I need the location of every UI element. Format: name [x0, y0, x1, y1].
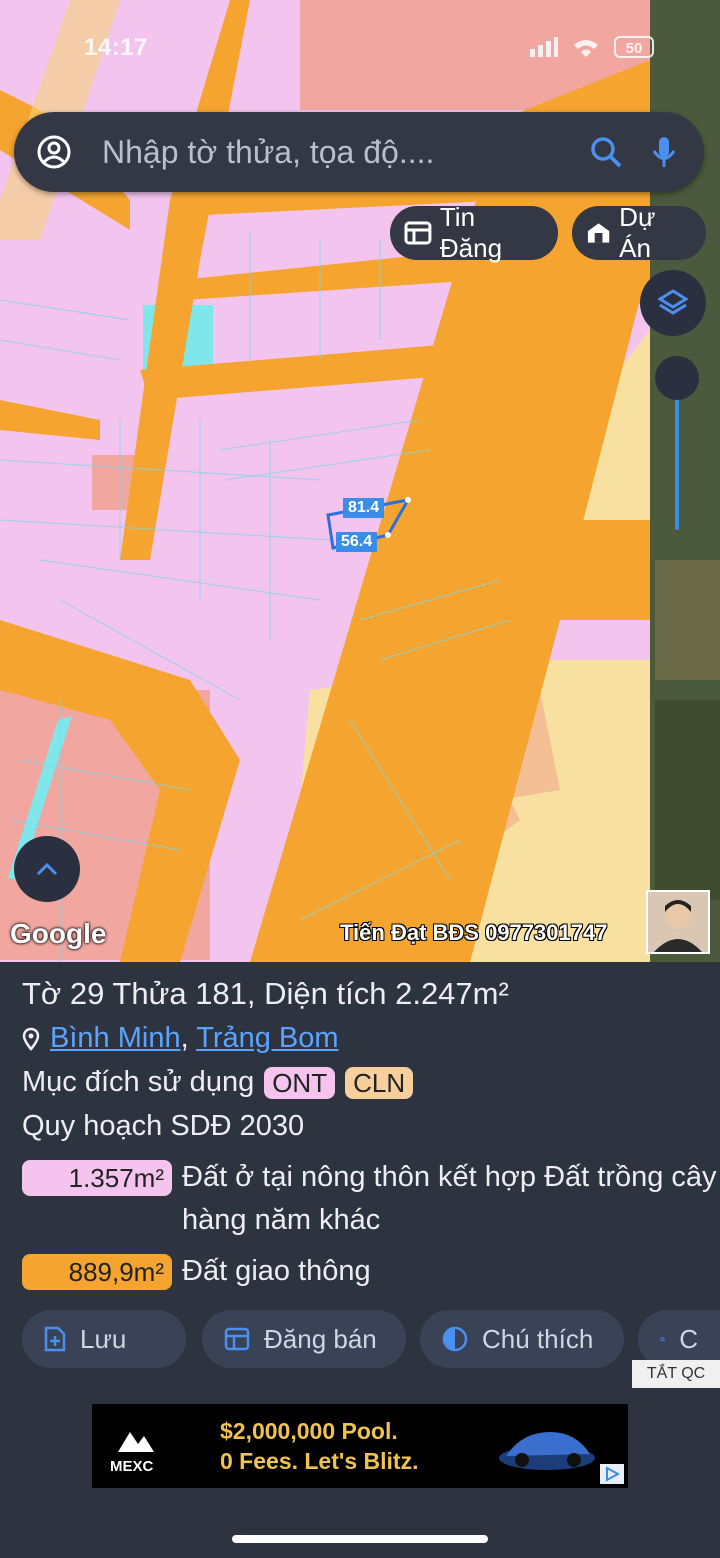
- parcel-title: Tờ 29 Thửa 181, Diện tích 2.247m²: [22, 976, 509, 1011]
- camera-label: C: [679, 1323, 698, 1354]
- ad-line-1: $2,000,000 Pool.: [220, 1418, 398, 1444]
- battery-indicator: 50: [614, 36, 654, 58]
- plan-item-area: 1.357m²: [22, 1160, 172, 1196]
- layers-button[interactable]: [640, 270, 706, 336]
- legend-label: Chú thích: [482, 1323, 594, 1354]
- avatar: [646, 890, 710, 954]
- district-link[interactable]: Trảng Bom: [196, 1022, 338, 1054]
- contrast-icon: [442, 1326, 468, 1352]
- plan-label: Quy hoạch SDĐ 2030: [22, 1110, 305, 1142]
- signal-icon: [530, 37, 558, 57]
- ad-car-graphic-icon: [499, 1432, 595, 1470]
- plan-item-area: 889,9m²: [22, 1254, 172, 1290]
- commune-link[interactable]: Bình Minh: [50, 1022, 181, 1054]
- add-file-icon: [44, 1326, 66, 1352]
- account-icon[interactable]: [36, 134, 72, 170]
- purpose-label: Mục đích sử dụng: [22, 1066, 255, 1098]
- save-label: Lưu: [80, 1323, 127, 1354]
- status-icons: 50: [530, 36, 654, 58]
- listing-icon: [404, 221, 432, 245]
- search-input[interactable]: Nhập tờ thửa, tọa độ....: [102, 134, 588, 171]
- microphone-icon[interactable]: [646, 134, 682, 170]
- plan-item: 889,9m² Đất giao thông: [22, 1254, 720, 1293]
- ad-headline: $2,000,000 Pool. 0 Fees. Let's Blitz.: [220, 1416, 418, 1476]
- projects-button[interactable]: Dự Án: [572, 202, 706, 263]
- edge-length-label: 81.4: [343, 498, 385, 518]
- watermark-text: Tiến Đạt BĐS 0977301747: [340, 920, 608, 945]
- home-indicator[interactable]: [232, 1535, 488, 1543]
- ad-banner[interactable]: MEXC $2,000,000 Pool. 0 Fees. Let's Blitz…: [92, 1404, 628, 1488]
- search-icon[interactable]: [588, 134, 624, 170]
- opacity-slider-track[interactable]: [675, 380, 679, 530]
- legend-button[interactable]: Chú thích: [420, 1310, 624, 1368]
- google-attribution: Google: [10, 918, 107, 949]
- mexc-logo-icon: [118, 1432, 154, 1452]
- edge-length-label: 56.4: [336, 532, 378, 552]
- parcel-location: Bình Minh, Trảng Bom: [22, 1022, 339, 1055]
- location-pin-icon: [22, 1027, 40, 1051]
- listing-icon: [224, 1327, 250, 1351]
- status-time: 14:17: [84, 34, 148, 61]
- map-view[interactable]: 81.4 56.4 14:17 50 Nhập tờ thửa, tọa độ.…: [0, 0, 720, 962]
- camera-icon: [660, 1337, 666, 1342]
- ad-brand: MEXC: [110, 1458, 154, 1475]
- wifi-icon: [574, 40, 598, 57]
- close-ads-button[interactable]: TẮT QC: [632, 1360, 720, 1388]
- opacity-slider-knob[interactable]: [655, 356, 699, 400]
- layers-icon: [658, 289, 688, 315]
- ad-line-2: 0 Fees. Let's Blitz.: [220, 1448, 419, 1474]
- sell-button[interactable]: Đăng bán: [202, 1310, 406, 1368]
- listings-label: Tin Đăng: [439, 202, 503, 263]
- plan-item-description: Đất giao thông: [182, 1255, 371, 1287]
- expand-panel-button[interactable]: [14, 836, 80, 902]
- sell-label: Đăng bán: [264, 1323, 377, 1354]
- save-button[interactable]: Lưu: [22, 1310, 186, 1368]
- purpose-tag-cln: CLN: [345, 1066, 414, 1099]
- chevron-up-icon: [36, 862, 58, 876]
- purpose-tag-ont: ONT: [264, 1066, 336, 1099]
- listings-button[interactable]: Tin Đăng: [390, 202, 558, 263]
- land-use-purpose: Mục đích sử dụng ONT CLN: [22, 1066, 414, 1099]
- building-icon: [587, 223, 610, 243]
- plan-item: 1.357m² Đất ở tại nông thôn kết hợp Đất …: [22, 1160, 720, 1242]
- location-separator: ,: [180, 1022, 189, 1054]
- adchoices-icon[interactable]: [600, 1464, 624, 1484]
- projects-label: Dự Án: [619, 202, 656, 263]
- plan-item-description: Đất ở tại nông thôn kết hợp Đất trồng câ…: [182, 1161, 717, 1236]
- search-bar[interactable]: Nhập tờ thửa, tọa độ....: [14, 112, 704, 192]
